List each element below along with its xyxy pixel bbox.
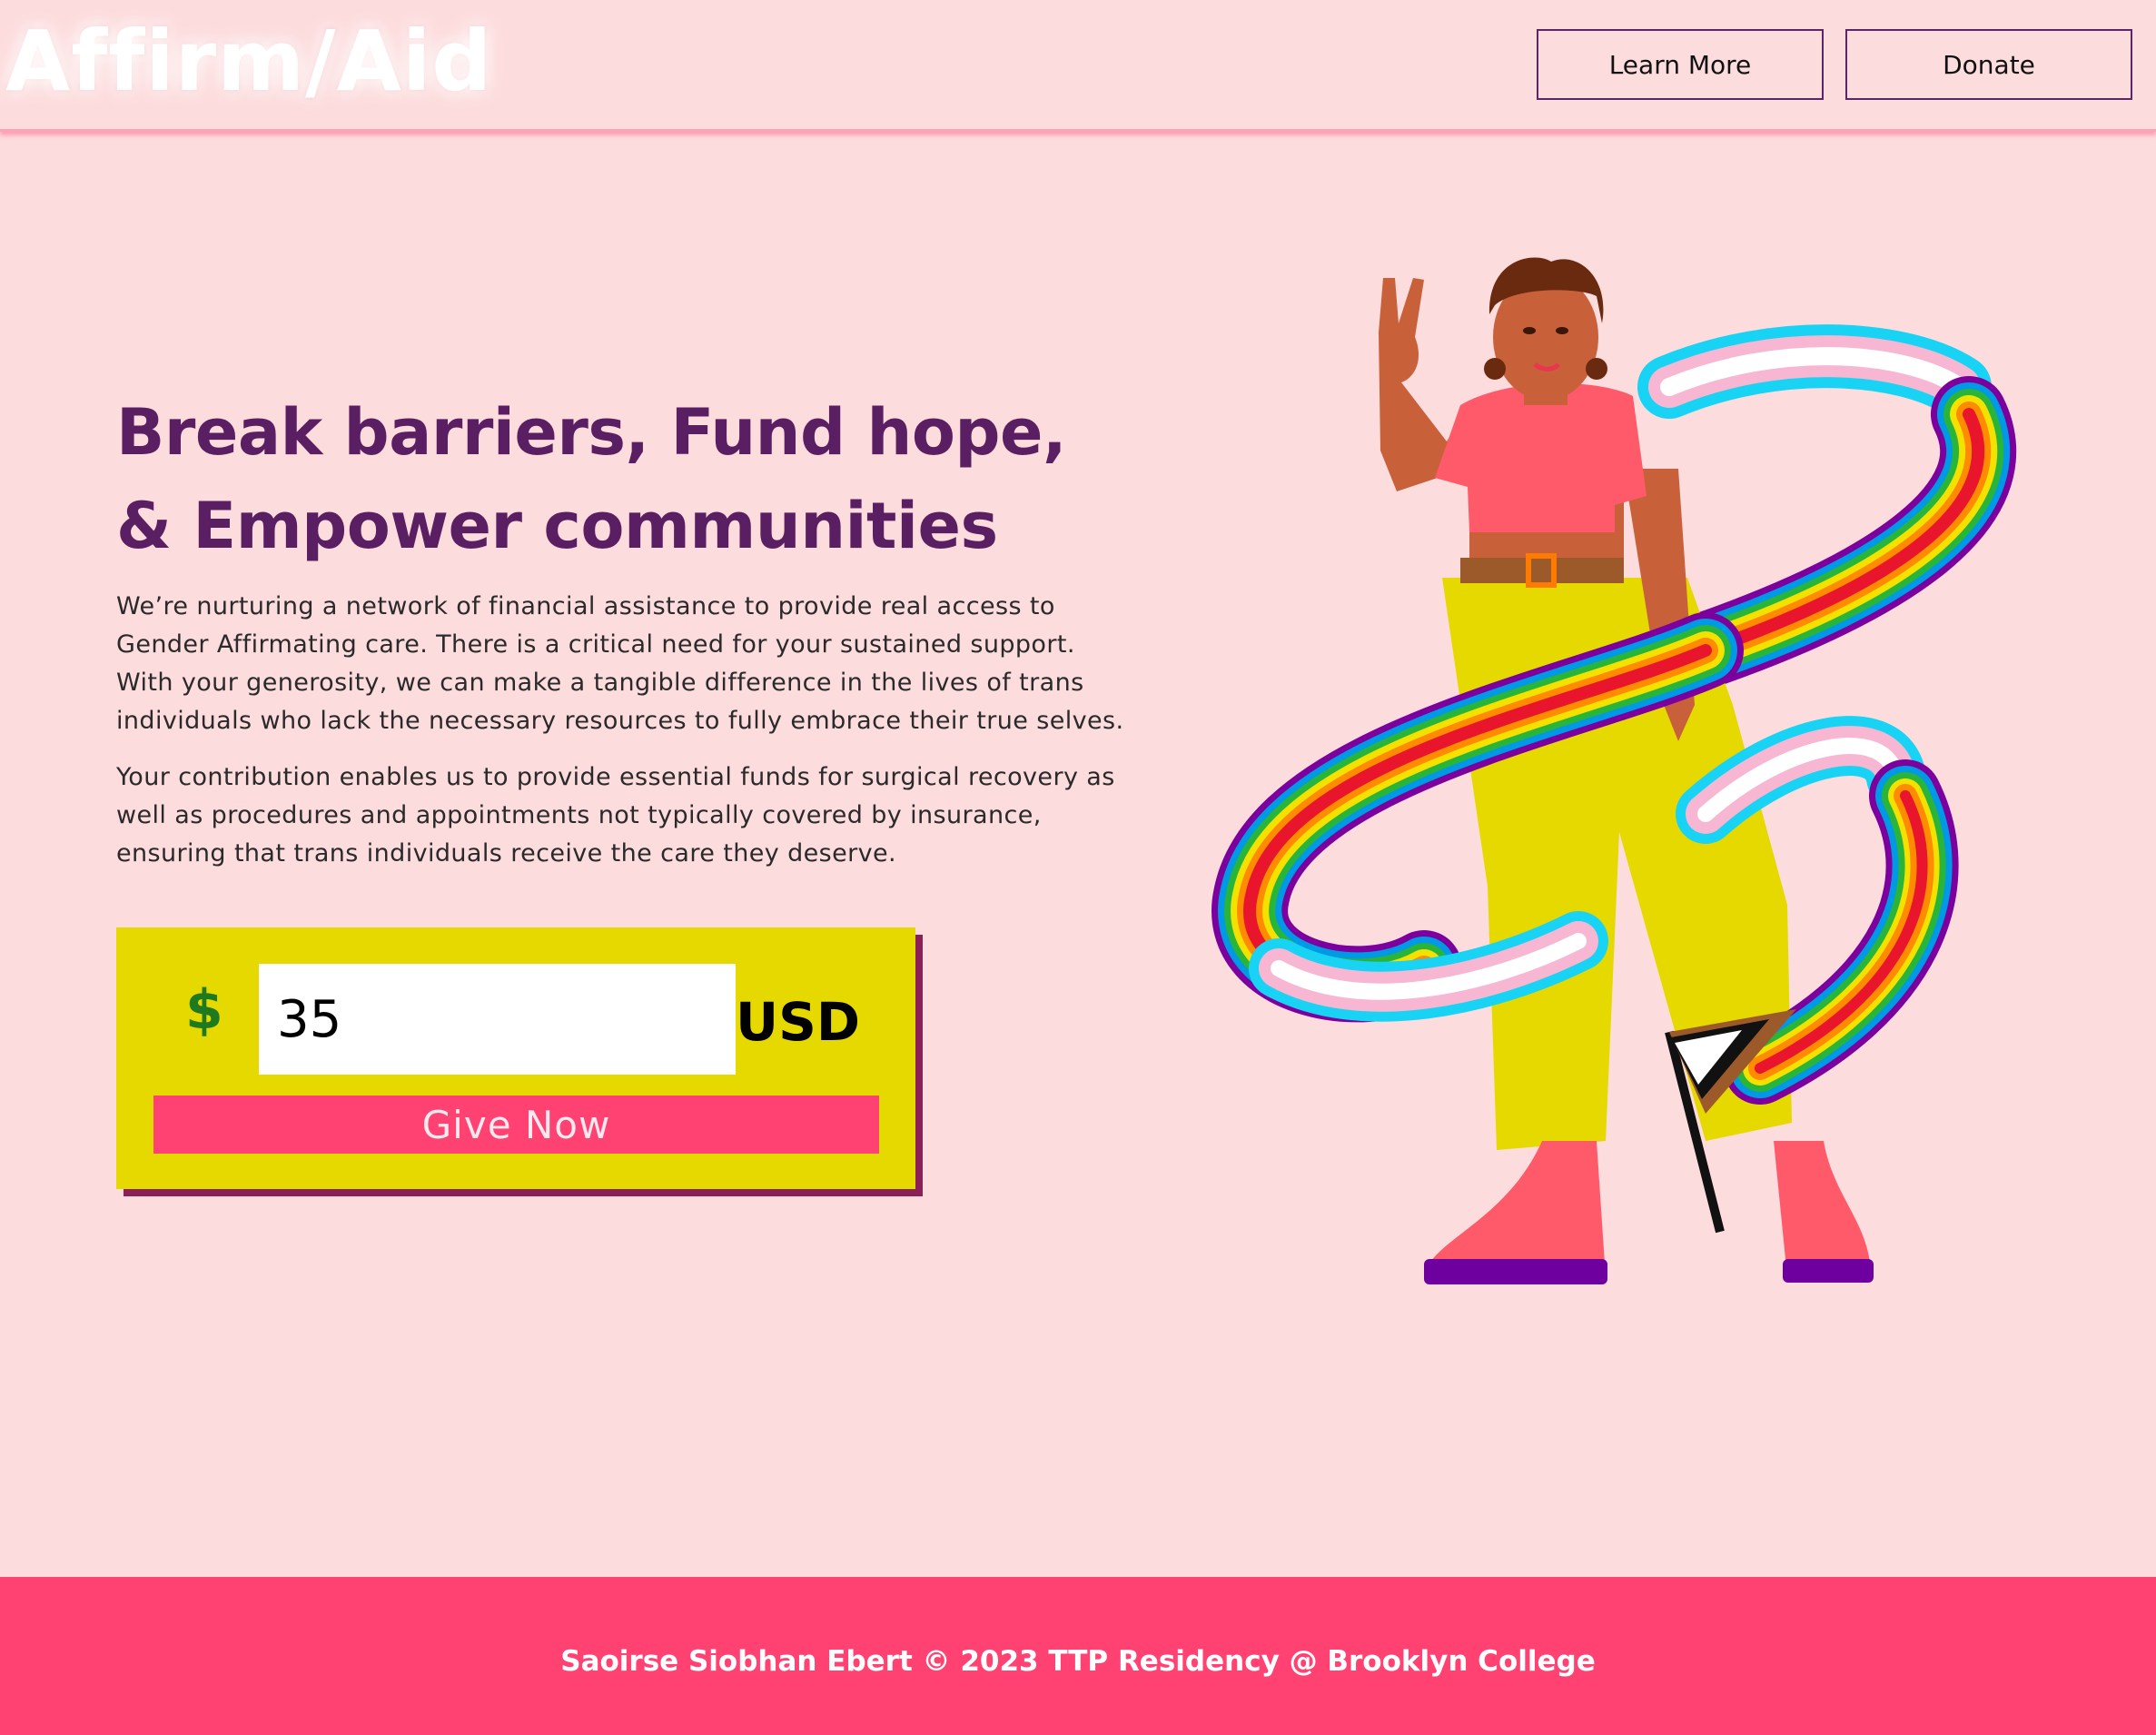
person-with-pride-ribbon-illustration — [1212, 257, 2017, 1284]
learn-more-button[interactable]: Learn More — [1537, 29, 1824, 100]
trans-ribbon-upper — [1637, 324, 1992, 419]
intro-paragraph: We’re nurturing a network of financial a… — [116, 592, 1124, 735]
donation-form: $ USD Give Now — [116, 927, 915, 1189]
site-logo[interactable]: Affirm/Aid — [5, 13, 492, 110]
headline-line-1: Break barriers, Fund hope, — [116, 395, 1067, 470]
currency-label: USD — [736, 991, 861, 1053]
headline-line-2: & Empower communities — [116, 489, 998, 563]
person-belt — [1460, 553, 1624, 588]
rainbow-ribbon-upper — [1667, 376, 2017, 689]
dollar-sign-icon: $ — [185, 978, 223, 1042]
donation-amount-input[interactable] — [259, 964, 736, 1075]
hero-headline: Break barriers, Fund hope, & Empower com… — [116, 386, 1115, 573]
footer-credit: Saoirse Siobhan Ebert © 2023 TTP Residen… — [560, 1645, 1596, 1678]
person-shoes — [1424, 1141, 1874, 1284]
donate-nav-button[interactable]: Donate — [1845, 29, 2132, 100]
site-footer: Saoirse Siobhan Ebert © 2023 TTP Residen… — [0, 1577, 2156, 1735]
person-head — [1484, 257, 1607, 405]
contribution-paragraph: Your contribution enables us to provide … — [116, 763, 1115, 868]
give-now-button[interactable]: Give Now — [153, 1096, 879, 1154]
site-header: Affirm/Aid Learn More Donate — [0, 0, 2156, 132]
